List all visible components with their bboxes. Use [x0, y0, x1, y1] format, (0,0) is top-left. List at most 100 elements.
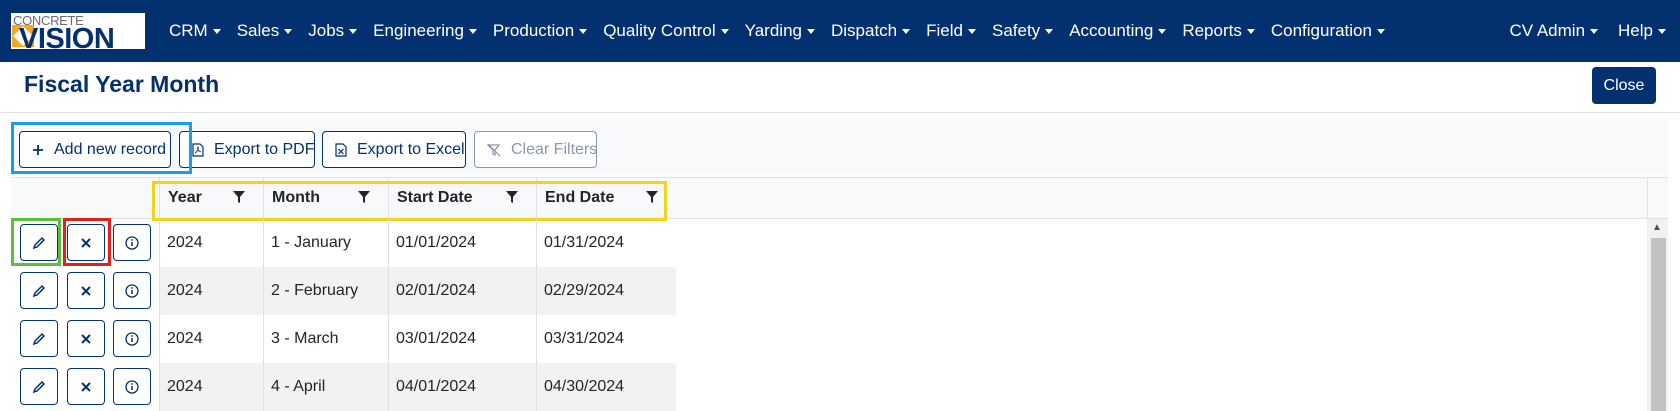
info-icon	[125, 283, 139, 298]
nav-configuration[interactable]: Configuration	[1271, 21, 1385, 41]
nav-configuration-label: Configuration	[1270, 21, 1372, 40]
pencil-icon	[32, 284, 46, 297]
cell-month: 1 - January	[271, 234, 352, 251]
nav-engineering-label: Engineering	[373, 21, 464, 40]
nav-help-label: Help	[1618, 21, 1653, 40]
chevron-down-icon	[212, 28, 221, 34]
nav-crm[interactable]: CRM	[169, 21, 221, 41]
nav-yarding[interactable]: Yarding	[745, 21, 815, 41]
main-menu: CRM Sales Jobs Engineering Production Qu…	[169, 0, 1401, 62]
chevron-down-icon	[349, 28, 358, 34]
close-button[interactable]: Close	[1592, 67, 1656, 104]
nav-accounting[interactable]: Accounting	[1069, 21, 1167, 41]
chevron-down-icon	[1376, 28, 1385, 34]
nav-cv-admin[interactable]: CV Admin	[1509, 21, 1599, 41]
logo-main-text: VISION	[19, 23, 115, 49]
chevron-down-icon	[806, 28, 815, 34]
top-navbar: CONCRETE VISION CRM Sales Jobs Engineeri…	[0, 0, 1680, 62]
nav-production[interactable]: Production	[492, 21, 588, 41]
chevron-down-icon	[1246, 28, 1255, 34]
export-pdf-label: Export to PDF	[214, 140, 315, 158]
concrete-vision-logo[interactable]: CONCRETE VISION	[11, 13, 145, 49]
nav-safety-label: Safety	[991, 21, 1041, 40]
nav-yarding-label: Yarding	[744, 21, 802, 40]
scroll-up-arrow-icon[interactable]: ▲	[1652, 222, 1662, 233]
cell-start-date: 04/01/2024	[396, 378, 477, 395]
edit-button[interactable]	[20, 368, 58, 405]
nav-dispatch-label: Dispatch	[830, 21, 898, 40]
chevron-down-icon	[579, 28, 588, 34]
filter-clear-icon	[487, 143, 501, 157]
file-excel-icon	[335, 142, 347, 157]
edit-button[interactable]	[20, 320, 58, 357]
pencil-icon	[32, 332, 46, 345]
cell-end-date: 04/30/2024	[544, 378, 625, 395]
nav-field-label: Field	[926, 21, 963, 40]
file-pdf-icon	[192, 142, 204, 157]
nav-engineering[interactable]: Engineering	[373, 21, 477, 41]
delete-button[interactable]	[67, 368, 105, 405]
page-title: Fiscal Year Month	[24, 71, 220, 97]
cell-end-date: 03/31/2024	[544, 330, 625, 347]
details-button[interactable]	[113, 320, 151, 357]
column-divider	[159, 219, 160, 411]
close-icon	[81, 285, 91, 296]
pencil-icon	[32, 380, 46, 393]
scrollbar-thumb[interactable]	[1651, 238, 1666, 411]
cell-start-date: 02/01/2024	[396, 282, 477, 299]
chevron-down-icon	[720, 28, 729, 34]
chevron-down-icon	[468, 28, 477, 34]
nav-cv-admin-label: CV Admin	[1509, 21, 1586, 40]
highlight-column-headers	[152, 181, 667, 221]
header-divider	[1647, 177, 1648, 219]
cell-month: 4 - April	[271, 378, 326, 395]
clear-filters-button[interactable]: Clear Filters	[474, 131, 597, 168]
edit-button[interactable]	[20, 272, 58, 309]
info-icon	[125, 331, 139, 346]
nav-production-label: Production	[492, 21, 575, 40]
chevron-down-icon	[967, 28, 976, 34]
cell-year: 2024	[167, 282, 203, 299]
cell-start-date: 03/01/2024	[396, 330, 477, 347]
nav-jobs-label: Jobs	[308, 21, 345, 40]
highlight-edit-button	[11, 218, 61, 266]
delete-button[interactable]	[67, 320, 105, 357]
close-icon	[81, 333, 91, 344]
nav-quality-control[interactable]: Quality Control	[603, 21, 729, 41]
nav-sales[interactable]: Sales	[237, 21, 293, 41]
details-button[interactable]	[113, 224, 151, 261]
chevron-down-icon	[1045, 28, 1054, 34]
nav-quality-control-label: Quality Control	[603, 21, 716, 40]
clear-filters-label: Clear Filters	[511, 140, 598, 158]
cell-year: 2024	[167, 378, 203, 395]
close-icon	[81, 381, 91, 392]
chevron-down-icon	[902, 28, 911, 34]
chevron-down-icon	[1590, 28, 1599, 34]
column-divider	[536, 219, 537, 411]
nav-safety[interactable]: Safety	[991, 21, 1054, 41]
nav-jobs[interactable]: Jobs	[308, 21, 358, 41]
highlight-add-record	[11, 122, 192, 174]
cell-month: 2 - February	[271, 282, 359, 299]
chevron-down-icon	[1158, 28, 1167, 34]
details-button[interactable]	[113, 272, 151, 309]
info-icon	[125, 235, 139, 250]
delete-button[interactable]	[67, 272, 105, 309]
export-pdf-button[interactable]: Export to PDF	[179, 131, 315, 168]
cell-month: 3 - March	[271, 330, 339, 347]
column-divider	[263, 219, 264, 411]
nav-accounting-label: Accounting	[1069, 21, 1154, 40]
nav-dispatch[interactable]: Dispatch	[830, 21, 911, 41]
info-icon	[125, 379, 139, 394]
cell-start-date: 01/01/2024	[396, 234, 477, 251]
nav-reports[interactable]: Reports	[1182, 21, 1255, 41]
export-excel-button[interactable]: Export to Excel	[322, 131, 466, 168]
details-button[interactable]	[113, 368, 151, 405]
cell-end-date: 01/31/2024	[544, 234, 625, 251]
nav-sales-label: Sales	[236, 21, 280, 40]
nav-help[interactable]: Help	[1618, 21, 1666, 41]
user-menu: CV Admin Help	[1489, 0, 1666, 62]
title-divider	[0, 112, 1680, 113]
chevron-down-icon	[1658, 28, 1666, 34]
nav-field[interactable]: Field	[926, 21, 976, 41]
